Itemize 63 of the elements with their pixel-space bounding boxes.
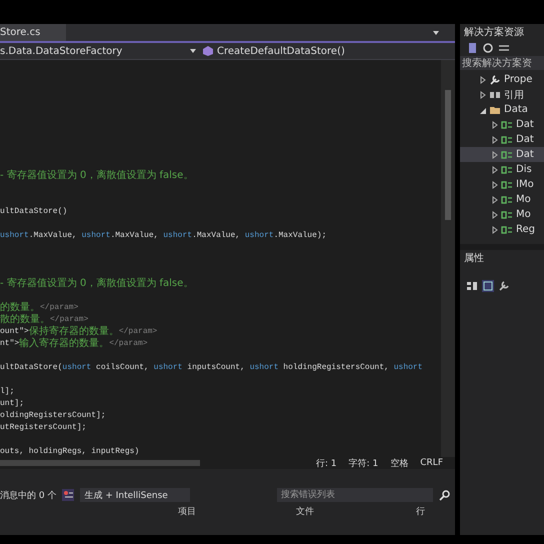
categorized-icon[interactable] <box>466 280 478 292</box>
code-line: ultDataStore(ushort coilsCount, ushort inputsCount, ushort holdingRegistersCount, ushort <box>0 362 424 374</box>
csharp-icon <box>501 164 513 176</box>
tree-item[interactable]: Dat <box>460 117 544 132</box>
csharp-icon <box>501 134 513 146</box>
caret-icon <box>190 49 196 53</box>
panel-title: 解决方案资源 <box>463 26 525 40</box>
panel-title: 属性 <box>463 252 485 266</box>
expanded-arrow-icon[interactable] <box>480 106 486 114</box>
code-line: - 寄存器值设置为 0，离散值设置为 false。 <box>0 170 194 182</box>
tree-item[interactable]: Data <box>460 102 544 117</box>
csharp-icon <box>501 194 513 206</box>
tree-item[interactable]: IMo <box>460 177 544 192</box>
tree-item[interactable]: Dis <box>460 162 544 177</box>
code-line: ount">保持寄存器的数量。</param> <box>0 326 158 338</box>
csharp-icon <box>501 148 513 160</box>
tree-item[interactable]: Dat <box>460 132 544 147</box>
code-line: unt]; <box>0 398 26 410</box>
code-line: l]; <box>0 386 16 398</box>
line-indicator: 行: 1 <box>316 458 337 470</box>
char-indicator: 字符: 1 <box>348 458 378 470</box>
member-name: CreateDefaultDataStore() <box>217 46 345 56</box>
code-line: oldingRegistersCount]; <box>0 410 107 422</box>
member-dropdown[interactable]: CreateDefaultDataStore() <box>202 45 345 57</box>
csharp-icon <box>501 178 513 190</box>
tree-item[interactable]: Prope <box>460 72 544 87</box>
dropdown-icon[interactable] <box>433 30 439 34</box>
file-tab[interactable]: Store.cs <box>0 24 66 41</box>
csharp-icon <box>501 118 513 130</box>
method-icon <box>202 45 214 57</box>
property-pages-icon[interactable] <box>482 280 494 292</box>
column-header[interactable]: 文件 <box>296 504 314 518</box>
tree-item[interactable]: Mo <box>460 207 544 222</box>
filter-icon[interactable] <box>62 489 74 501</box>
code-line: 的数量。</param> <box>0 302 80 314</box>
tree-item[interactable]: Reg <box>460 222 544 237</box>
csharp-icon <box>501 208 513 220</box>
message-count[interactable]: 消息中的 0 个 <box>0 488 56 502</box>
column-header[interactable]: 项目 <box>178 504 196 518</box>
code-line: - 寄存器值设置为 0，离散值设置为 false。 <box>0 278 194 290</box>
search-icon[interactable] <box>439 489 451 501</box>
scrollbar[interactable] <box>441 60 455 457</box>
code-line: ultDataStore() <box>0 206 68 218</box>
code-line: 散的数量。</param> <box>0 314 90 326</box>
tree-item[interactable]: Mo <box>460 192 544 207</box>
code-line: outs, holdingRegs, inputRegs) <box>0 446 140 457</box>
properties-icon <box>489 74 501 86</box>
horizontal-scrollbar[interactable] <box>0 460 200 466</box>
search-field[interactable]: 搜索错误列表 <box>277 488 433 502</box>
line-ending-indicator: CRLF <box>420 458 443 468</box>
code-line: ushort.MaxValue, ushort.MaxValue, ushort.MaxValue, ushort.MaxValue); <box>0 230 328 242</box>
code-line: utRegistersCount]; <box>0 422 88 434</box>
tree-item[interactable]: 引用 <box>460 87 544 102</box>
code-line: nt">输入寄存器的数量。</param> <box>0 338 149 350</box>
search-field[interactable]: 搜索解决方案资 <box>460 56 544 70</box>
tree-item[interactable]: Dat <box>460 147 544 162</box>
csharp-icon <box>501 224 513 236</box>
indent-indicator: 空格 <box>390 458 408 470</box>
column-header[interactable]: 行 <box>416 504 425 518</box>
toolbar-icon[interactable] <box>466 42 478 54</box>
wrench-icon[interactable] <box>498 280 510 292</box>
class-dropdown[interactable]: s.Data.DataStoreFactory <box>0 46 190 56</box>
scope-dropdown[interactable]: 生成 + IntelliSense <box>80 488 190 502</box>
